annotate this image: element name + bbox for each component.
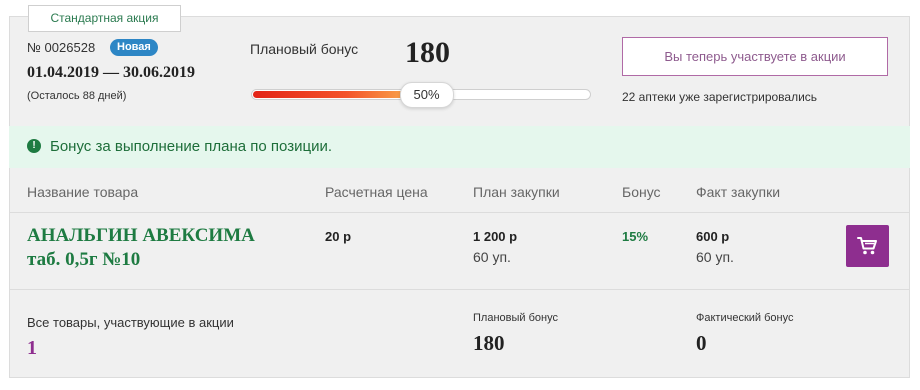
all-items-count: 1 — [27, 337, 37, 359]
promo-type-tag: Стандартная акция — [28, 5, 181, 32]
cart-icon — [857, 237, 877, 255]
product-name[interactable]: АНАЛЬГИН АВЕКСИМА таб. 0,5г №10 — [27, 224, 255, 272]
registered-count: 22 аптеки уже зарегистрировались — [622, 90, 818, 104]
add-to-cart-button[interactable] — [846, 225, 889, 267]
all-items-label: Все товары, участвующие в акции — [27, 315, 234, 330]
status-badge: Новая — [110, 39, 158, 56]
product-price: 20 р — [325, 229, 352, 244]
plan-bonus-label: Плановый бонус — [250, 41, 359, 57]
footer-fact-bonus-label: Фактический бонус — [696, 312, 794, 324]
promo-number: № 0026528 — [27, 40, 96, 55]
promo-dates: 01.04.2019 — 30.06.2019 — [27, 64, 195, 81]
plan-amount: 1 200 р — [473, 229, 518, 244]
footer-fact-bonus-value: 0 — [696, 331, 707, 355]
exclamation-icon: ! — [27, 139, 41, 153]
bonus-percent: 15% — [622, 229, 649, 244]
progress-fill — [253, 91, 408, 98]
footer-plan-bonus-value: 180 — [473, 331, 505, 355]
header-plan: План закупки — [473, 184, 560, 200]
product-name-line2: таб. 0,5г №10 — [27, 249, 141, 270]
header-bonus: Бонус — [622, 184, 661, 200]
header-divider — [9, 212, 910, 213]
plan-units: 60 уп. — [473, 249, 511, 265]
progress-percent: 50% — [399, 82, 454, 108]
plan-bonus-value: 180 — [405, 36, 450, 69]
fact-units: 60 уп. — [696, 249, 734, 265]
notice-text: Бонус за выполнение плана по позиции. — [50, 138, 333, 155]
header-price: Расчетная цена — [325, 184, 428, 200]
product-name-line1: АНАЛЬГИН АВЕКСИМА — [27, 225, 255, 246]
participate-button[interactable]: Вы теперь участвуете в акции — [622, 37, 888, 76]
footer-divider — [9, 289, 910, 290]
days-remaining: (Осталось 88 дней) — [27, 90, 127, 102]
header-fact: Факт закупки — [696, 184, 781, 200]
header-product-name: Название товара — [27, 184, 139, 200]
footer-plan-bonus-label: Плановый бонус — [473, 312, 558, 324]
fact-amount: 600 р — [696, 229, 730, 244]
plan-progress-bar: 50% — [251, 82, 591, 108]
